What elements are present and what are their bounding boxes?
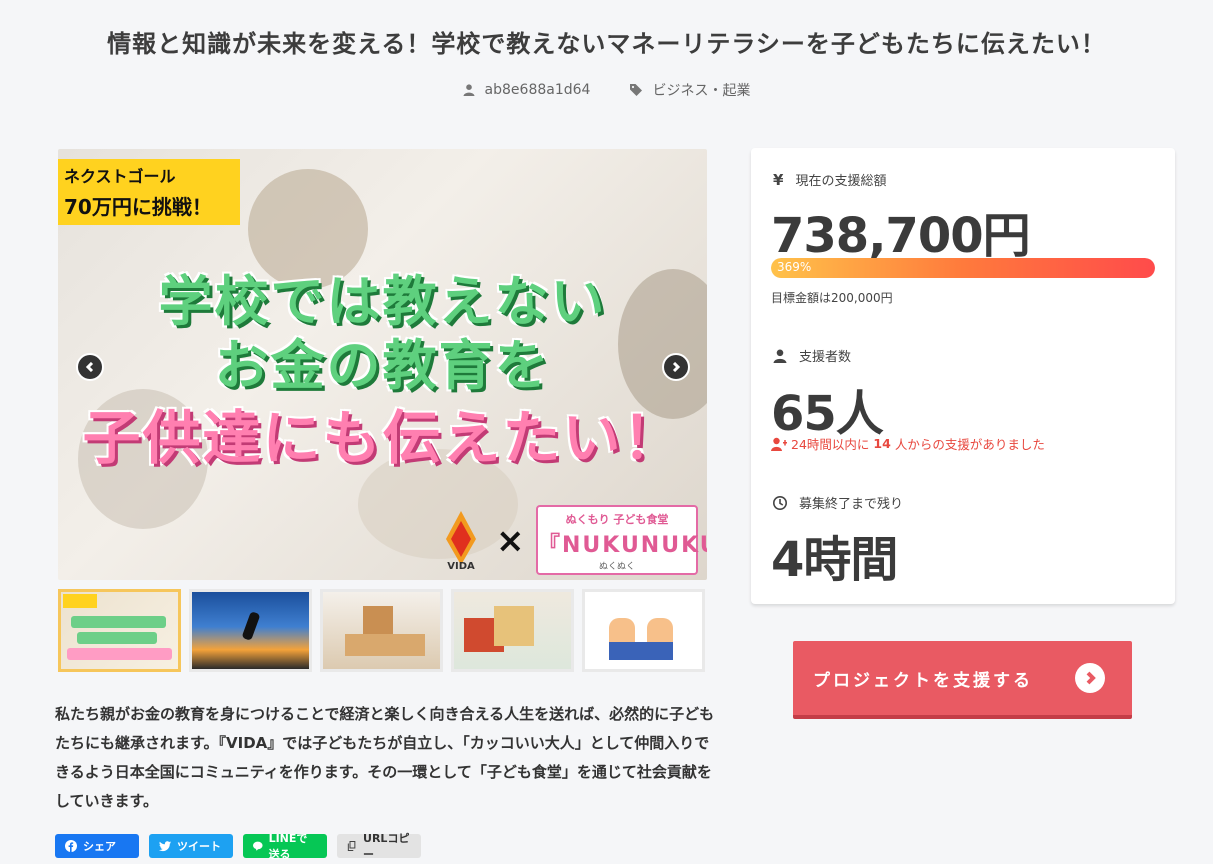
hero-headline-2: お金の教育を	[214, 334, 551, 397]
twitter-icon	[159, 841, 171, 852]
author-name: ab8e688a1d64	[484, 82, 591, 98]
hero-headline-3: 子供達にも伝えたい！	[82, 404, 683, 472]
thumbnail-2[interactable]	[189, 589, 312, 672]
line-icon	[253, 841, 263, 851]
nukunuku-logo: ぬくもり 子ども食堂 『NUKUNUKU』 ぬくぬく	[536, 505, 707, 575]
thumbnail-3[interactable]	[320, 589, 443, 672]
funding-progress-bar: 369%	[771, 258, 1155, 278]
support-project-button[interactable]: プロジェクトを支援する	[793, 641, 1132, 719]
page-title: 情報と知識が未来を変える！学校で教えないマネーリテラシーを子どもたちに伝えたい！	[107, 30, 1106, 58]
supporters-label-text: 支援者数	[799, 350, 852, 365]
remaining-time-value: 4時間	[771, 532, 898, 588]
thumbnail-text-shape	[67, 648, 172, 660]
copy-icon	[347, 840, 356, 852]
remaining-time-label: 募集終了まで残り	[773, 493, 903, 512]
total-amount-value: 738,700円	[771, 208, 1031, 264]
remaining-time-label-text: 募集終了まで残り	[799, 497, 904, 512]
user-icon	[773, 349, 787, 363]
project-description: 私たち親がお金の教育を身につけることで経済と楽しく向き合える人生を送れば、必然的…	[55, 705, 715, 810]
target-amount: 目標金額は200,000円	[771, 291, 893, 305]
nukunuku-top: ぬくもり 子ども食堂	[565, 513, 669, 526]
clock-icon	[773, 495, 787, 510]
thumbnail-uniforms	[609, 642, 673, 660]
thumbnail-text-shape	[71, 616, 166, 628]
thumbnail-house	[494, 606, 534, 646]
facebook-share-label: シェア	[83, 840, 116, 853]
nukunuku-sub: ぬくぬく	[598, 562, 635, 572]
chevron-right-icon	[672, 362, 681, 372]
line-share-label: LINEで送る	[268, 832, 308, 861]
goal-line2: 70万円に挑戦！	[64, 195, 212, 219]
vida-label: VIDA	[447, 561, 475, 572]
facebook-icon	[65, 840, 77, 852]
chevron-right-circle-icon	[1075, 663, 1105, 693]
thumbnail-badge	[63, 594, 97, 608]
line-share-button[interactable]: LINEで送る	[243, 832, 327, 861]
vida-logo-icon	[446, 511, 476, 565]
author-link[interactable]: ab8e688a1d64	[463, 80, 591, 100]
user-icon	[463, 84, 475, 96]
support-project-label: プロジェクトを支援する	[813, 670, 1033, 691]
url-copy-label: URLコピー	[363, 832, 410, 861]
thumbnail-text-shape	[77, 632, 157, 644]
recent-supporters-notice: 24時間以内に 14 人からの支援がありました	[771, 434, 1045, 453]
tag-icon	[630, 84, 643, 96]
yen-icon: ¥	[773, 170, 784, 189]
twitter-share-label: ツイート	[177, 840, 221, 853]
total-amount-label: ¥ 現在の支援総額	[773, 170, 887, 190]
url-copy-button[interactable]: URLコピー	[337, 832, 421, 861]
twitter-share-button[interactable]: ツイート	[149, 834, 233, 858]
recent-suffix: 人からの支援がありました	[894, 437, 1045, 452]
thumbnail-strip	[58, 589, 705, 672]
thumbnail-4[interactable]	[451, 589, 574, 672]
total-amount-label-text: 現在の支援総額	[795, 174, 887, 189]
funding-stats-card: ¥ 現在の支援総額 738,700円 369% 目標金額は200,000円 支援…	[751, 148, 1175, 604]
thumbnail-house	[363, 606, 393, 634]
share-buttons: シェア ツイート LINEで送る URLコピー	[55, 832, 421, 861]
facebook-share-button[interactable]: シェア	[55, 834, 139, 858]
slider-next-button[interactable]	[662, 353, 690, 381]
recent-count: 14	[873, 436, 891, 451]
recent-prefix: 24時間以内に	[791, 437, 870, 452]
image-slider[interactable]: ネクストゴール 70万円に挑戦！ 学校では教えない お金の教育を 子供達にも伝え…	[58, 149, 707, 580]
progress-fill	[771, 258, 1155, 278]
collab-times: ×	[496, 521, 525, 561]
thumbnail-1[interactable]	[58, 589, 181, 672]
category-link[interactable]: ビジネス・起業	[630, 80, 750, 100]
project-meta: ab8e688a1d64 ビジネス・起業	[0, 80, 1213, 100]
progress-percent: 369%	[777, 260, 812, 274]
users-plus-icon	[771, 437, 787, 451]
supporters-label: 支援者数	[773, 346, 851, 365]
nukunuku-main: 『NUKUNUKU』	[538, 533, 707, 558]
next-goal-badge: ネクストゴール 70万円に挑戦！	[58, 159, 240, 225]
slider-prev-button[interactable]	[76, 353, 104, 381]
thumbnail-5[interactable]	[582, 589, 705, 672]
category-name: ビジネス・起業	[652, 83, 751, 99]
chevron-left-icon	[85, 362, 94, 372]
thumbnail-blocks	[345, 634, 425, 656]
goal-line1: ネクストゴール	[64, 167, 176, 186]
